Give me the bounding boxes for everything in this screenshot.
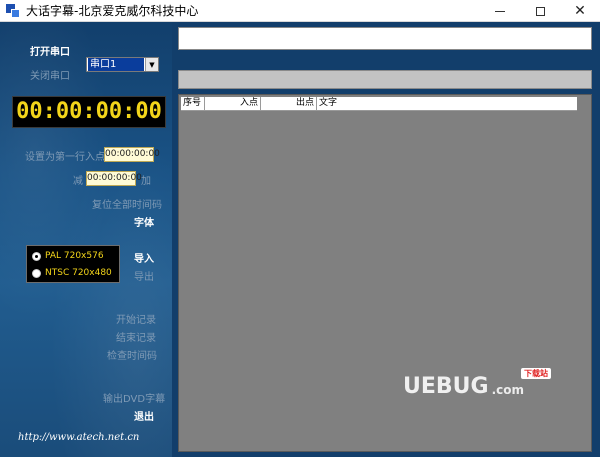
video-format-group: PAL 720x576 NTSC 720x480 bbox=[26, 245, 120, 283]
timecode-display: 00:00:00:00 bbox=[12, 96, 166, 128]
radio-selected-icon[interactable] bbox=[32, 251, 41, 261]
plus-button[interactable]: 加 bbox=[141, 172, 151, 187]
close-port-button[interactable]: 关闭串口 bbox=[30, 67, 70, 82]
close-button[interactable]: ✕ bbox=[560, 0, 600, 22]
chevron-down-icon[interactable]: ▼ bbox=[145, 58, 158, 71]
minus-button[interactable]: 减 bbox=[73, 172, 83, 187]
column-header-text[interactable]: 文字 bbox=[317, 97, 577, 110]
watermark-badge: 下载站 bbox=[521, 368, 551, 379]
check-timecode-button[interactable]: 检查时间码 bbox=[107, 347, 157, 362]
start-record-button[interactable]: 开始记录 bbox=[116, 311, 156, 326]
column-header-out[interactable]: 出点 bbox=[261, 97, 317, 110]
reset-all-timecode-button[interactable]: 复位全部时间码 bbox=[92, 196, 162, 211]
column-header-in[interactable]: 入点 bbox=[205, 97, 261, 110]
stop-record-button[interactable]: 结束记录 bbox=[116, 329, 156, 344]
font-button[interactable]: 字体 bbox=[134, 214, 154, 229]
grid-header: 序号 入点 出点 文字 bbox=[181, 97, 577, 111]
maximize-button[interactable] bbox=[520, 0, 560, 22]
subtitle-grid[interactable]: 序号 入点 出点 文字 bbox=[178, 94, 592, 452]
watermark-brand: UEBUG bbox=[403, 374, 489, 399]
subtitle-text-input[interactable] bbox=[178, 27, 592, 50]
port-select[interactable]: 串口1 ▼ bbox=[86, 57, 159, 72]
export-button[interactable]: 导出 bbox=[134, 268, 154, 283]
port-select-value: 串口1 bbox=[88, 58, 144, 71]
open-port-button[interactable]: 打开串口 bbox=[30, 43, 70, 58]
import-button[interactable]: 导入 bbox=[134, 250, 154, 265]
watermark-logo: UEBUG .com 下载站 bbox=[403, 368, 551, 399]
export-dvd-subtitle-button[interactable]: 输出DVD字幕 bbox=[103, 390, 165, 405]
column-header-index[interactable]: 序号 bbox=[181, 97, 205, 110]
minimize-button[interactable] bbox=[480, 0, 520, 22]
watermark-domain: .com bbox=[491, 383, 525, 397]
status-bar bbox=[178, 70, 592, 89]
website-link[interactable]: http://www.atech.net.cn bbox=[18, 432, 139, 443]
format-option-ntsc[interactable]: NTSC 720x480 bbox=[32, 268, 112, 278]
maximize-icon bbox=[535, 6, 545, 16]
format-option-pal[interactable]: PAL 720x576 bbox=[32, 251, 104, 261]
minimize-icon bbox=[495, 10, 505, 12]
window-title: 大话字幕-北京爱克威尔科技中心 bbox=[26, 4, 199, 18]
first-in-timecode-field[interactable]: 00:00:00:00 bbox=[104, 147, 160, 162]
exit-button[interactable]: 退出 bbox=[134, 408, 154, 423]
app-icon bbox=[6, 3, 20, 18]
set-first-in-button[interactable]: 设置为第一行入点 bbox=[25, 148, 105, 163]
offset-timecode-field[interactable]: 00:00:00:00 bbox=[86, 171, 142, 186]
radio-unselected-icon[interactable] bbox=[32, 268, 41, 278]
title-bar: 大话字幕-北京爱克威尔科技中心 ✕ bbox=[0, 0, 600, 22]
close-icon: ✕ bbox=[574, 3, 586, 19]
